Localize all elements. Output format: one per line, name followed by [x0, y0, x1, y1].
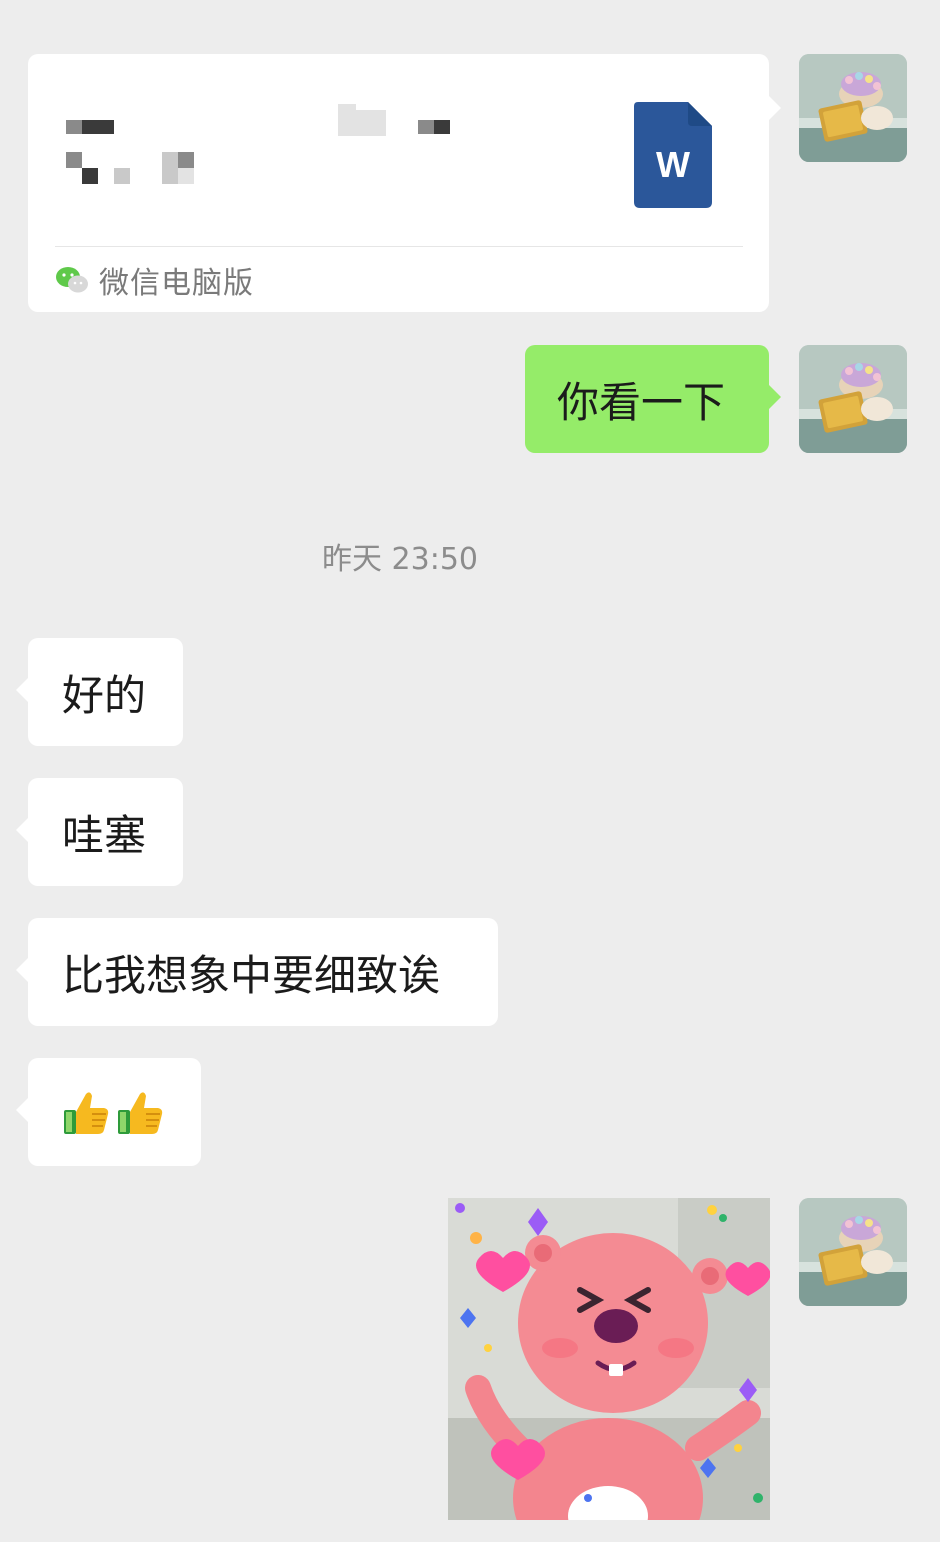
word-document-icon: W: [634, 102, 712, 208]
received-message-bubble[interactable]: 哇塞: [16, 778, 183, 886]
my-avatar[interactable]: [799, 345, 907, 453]
bubble-tail: [16, 958, 28, 982]
wechat-logo-icon: [56, 267, 88, 293]
bubble-tail: [769, 385, 781, 409]
sent-message-text: 你看一下: [557, 377, 726, 427]
file-source: 微信电脑版: [55, 260, 254, 301]
bubble-tail: [769, 96, 781, 120]
emoji-row: [62, 1088, 164, 1136]
received-message-bubble[interactable]: 好的: [16, 638, 183, 746]
received-message-text: 哇塞: [62, 810, 147, 860]
my-avatar[interactable]: [799, 1198, 907, 1306]
cat-reading-book-avatar: [799, 1198, 907, 1306]
source-label: 微信电脑版: [99, 266, 254, 301]
received-message-bubble[interactable]: 比我想象中要细致诶: [16, 918, 498, 1026]
received-message-text: 比我想象中要细致诶: [62, 950, 441, 1000]
received-message-text: 好的: [62, 670, 147, 720]
pink-beaver-with-hearts-sticker: [448, 1198, 770, 1520]
cat-reading-book-avatar: [799, 345, 907, 453]
divider: [55, 246, 743, 247]
bubble-tail: [16, 1098, 28, 1122]
message-timestamp: 昨天 23:50: [322, 542, 478, 577]
thumbs-up-emoji: [118, 1092, 163, 1134]
received-emoji-bubble[interactable]: [16, 1058, 201, 1166]
sticker-image[interactable]: [448, 1198, 770, 1520]
thumbs-up-emoji: [64, 1092, 109, 1134]
my-avatar[interactable]: [799, 54, 907, 162]
cat-reading-book-avatar: [799, 54, 907, 162]
word-letter: W: [656, 144, 690, 185]
bubble-tail: [16, 818, 28, 842]
file-message-card[interactable]: W 微信电脑版: [28, 54, 781, 312]
bubble-tail: [16, 678, 28, 702]
sent-message-bubble[interactable]: 你看一下: [525, 345, 781, 453]
